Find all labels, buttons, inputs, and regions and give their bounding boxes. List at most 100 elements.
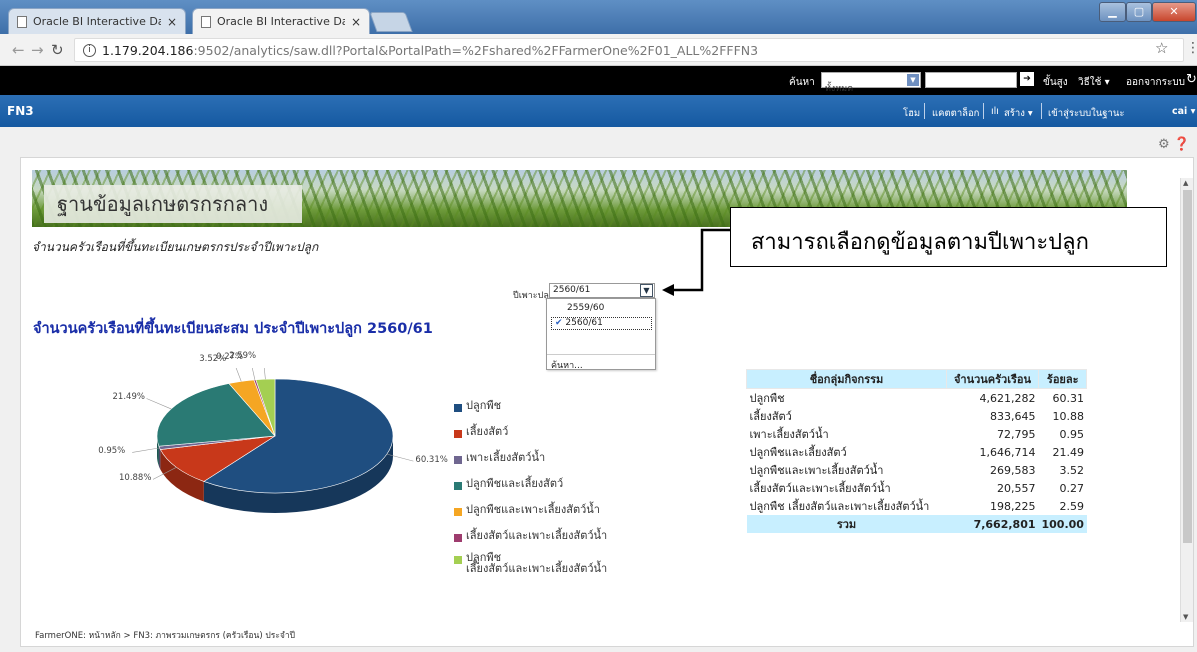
refresh-icon[interactable]: ↻ (1186, 72, 1197, 87)
dropdown-option[interactable]: 2559/60 (567, 303, 604, 313)
info-icon[interactable]: i (83, 43, 96, 57)
signed-in-label: เข้าสู่ระบบในฐานะ (1048, 108, 1125, 119)
menu-kebab-icon[interactable]: ⋮ (1186, 40, 1197, 56)
minimize-button[interactable]: ▁ (1099, 2, 1126, 22)
legend-label: ปลูกพืช เลี้ยงสัตว์และเพาะเลี้ยงสัตว์น้ำ (466, 551, 608, 575)
pie-leader-line (132, 447, 160, 453)
cell-percent: 0.95 (1059, 427, 1084, 441)
search-input[interactable] (925, 72, 1017, 88)
legend-swatch (454, 430, 462, 438)
table-row: ปลูกพืช 4,621,282 60.31 (747, 389, 1087, 408)
pie-chart (120, 357, 460, 548)
back-icon[interactable]: ← (12, 41, 25, 59)
divider (983, 103, 984, 119)
cell-percent: 60.31 (1052, 391, 1084, 405)
legend-swatch (454, 456, 462, 464)
vertical-scrollbar[interactable]: ▲ ▼ (1180, 178, 1193, 622)
legend-label: เลี้ยงสัตว์ (466, 425, 509, 438)
bookmark-star-icon[interactable]: ☆ (1155, 39, 1168, 57)
breadcrumb[interactable]: FarmerONE: หน้าหลัก > FN3: ภาพรวมเกษตรกร… (35, 628, 295, 642)
cell-households: 20,557 (997, 481, 1036, 495)
legend-item: ปลูกพืช เลี้ยงสัตว์และเพาะเลี้ยงสัตว์น้ำ (454, 552, 607, 574)
catalog-link[interactable]: แคตตาล็อก (932, 106, 979, 121)
close-tab-icon[interactable]: × (351, 15, 361, 29)
create-menu[interactable]: สร้าง ▾ (1004, 106, 1033, 121)
column-header: ร้อยละ (1037, 369, 1088, 389)
url-path: :9502/analytics/saw.dll?Portal&PortalPat… (193, 42, 759, 58)
table-total-row: รวม 7,662,801 100.00 (746, 515, 1087, 533)
url-host: 1.179.204.186 (102, 42, 194, 58)
user-menu[interactable]: cai ▾ (1172, 106, 1195, 117)
help-icon[interactable]: ❓ (1174, 137, 1190, 152)
dashboard-bar: FN3 โฮม แคตตาล็อก ılı สร้าง ▾ เข้าสู่ระบ… (0, 95, 1197, 127)
search-more-option[interactable]: ค้นหา... (551, 358, 583, 372)
scroll-up-icon[interactable]: ▲ (1183, 179, 1188, 187)
url-input[interactable]: i 1.179.204.186 :9502/analytics/saw.dll?… (74, 38, 1184, 62)
cell-percent: 0.27 (1059, 481, 1084, 495)
close-tab-icon[interactable]: × (167, 15, 177, 29)
chevron-down-icon: ▼ (907, 74, 919, 86)
table-row: ปลูกพืช เลี้ยงสัตว์และเพาะเลี้ยงสัตว์น้ำ… (747, 497, 1087, 515)
maximize-button[interactable]: ▢ (1126, 2, 1152, 22)
data-table: ชื่อกลุ่มกิจกรรม จำนวนครัวเรือน ร้อยละ ป… (746, 369, 1088, 533)
crop-year-select[interactable]: 2560/61 ▼ (549, 283, 655, 298)
column-header: ชื่อกลุ่มกิจกรรม (746, 369, 947, 389)
search-go-icon[interactable]: ➔ (1020, 72, 1034, 86)
browser-titlebar: Oracle BI Interactive Dash × Oracle BI I… (0, 0, 1197, 34)
page-options-icon[interactable]: ⚙ ❓ (1158, 137, 1190, 152)
new-tab-button[interactable] (369, 12, 413, 32)
pie-data-label: 60.31% (415, 455, 448, 466)
table-row: ปลูกพืชและเลี้ยงสัตว์ 1,646,714 21.49 (747, 443, 1087, 461)
browser-tab-1[interactable]: Oracle BI Interactive Dash × (8, 8, 186, 34)
crop-year-dropdown: 2559/60 ✔ 2560/61 ค้นหา... (546, 298, 656, 372)
annotation-callout: สามารถเลือกดูข้อมูลตามปีเพาะปลูก (730, 207, 1167, 267)
table-row: เพาะเลี้ยงสัตว์น้ำ 72,795 0.95 (747, 425, 1087, 443)
legend-item: เพาะเลี้ยงสัตว์น้ำ (454, 452, 545, 464)
cell-households: 269,583 (990, 463, 1036, 477)
pie-leader-line (232, 360, 242, 382)
logout-link[interactable]: ออกจากระบบ (1126, 75, 1185, 90)
legend-label: ปลูกพืช (466, 399, 502, 412)
callout-arrow (662, 228, 730, 296)
pie-data-label: 21.49% (112, 392, 145, 403)
option-label: 2560/61 (565, 318, 603, 328)
cell-households: 1,646,714 (979, 445, 1036, 459)
cell-activity: ปลูกพืชและเพาะเลี้ยงสัตว์น้ำ (749, 464, 884, 477)
table-row: ปลูกพืชและเพาะเลี้ยงสัตว์น้ำ 269,583 3.52 (747, 461, 1087, 479)
search-label: ค้นหา (789, 77, 815, 88)
cell-activity: ปลูกพืช (749, 392, 785, 405)
cell-percent: 2.59 (1059, 499, 1084, 513)
crop-year-value: 2560/61 (553, 285, 591, 295)
document-icon (17, 15, 27, 28)
dropdown-option-selected[interactable]: ✔ 2560/61 (551, 317, 652, 330)
address-bar: ← → ↻ i 1.179.204.186 :9502/analytics/sa… (0, 34, 1197, 66)
help-menu[interactable]: วิธีใช้ ▾ (1078, 75, 1110, 90)
legend-label: ปลูกพืชและเลี้ยงสัตว์ (466, 477, 564, 490)
cell-activity: เพาะเลี้ยงสัตว์น้ำ (749, 428, 829, 441)
banner-title: ฐานข้อมูลเกษตรกรกลาง (57, 192, 269, 216)
scrollbar-thumb[interactable] (1183, 190, 1192, 543)
scroll-down-icon[interactable]: ▼ (1183, 613, 1188, 621)
legend-item: เลี้ยงสัตว์ (454, 426, 508, 438)
chevron-down-icon[interactable]: ▼ (640, 284, 653, 297)
forward-icon[interactable]: → (31, 41, 44, 59)
legend-item: ปลูกพืชและเลี้ยงสัตว์ (454, 478, 563, 490)
legend-item: เลี้ยงสัตว์และเพาะเลี้ยงสัตว์น้ำ (454, 530, 607, 542)
document-icon (201, 15, 211, 28)
legend-swatch (454, 482, 462, 490)
cell-households: 4,621,282 (979, 391, 1036, 405)
home-link[interactable]: โฮม (903, 106, 920, 121)
total-label: รวม (746, 515, 947, 533)
close-window-button[interactable]: ✕ (1152, 2, 1196, 22)
cell-activity: ปลูกพืช เลี้ยงสัตว์และเพาะเลี้ยงสัตว์น้ำ (749, 500, 930, 513)
checkmark-icon: ✔ (555, 318, 563, 328)
advanced-search-link[interactable]: ขั้นสูง (1043, 75, 1068, 90)
cell-activity: เลี้ยงสัตว์ (749, 410, 792, 423)
search-scope-select[interactable]: ทั้งหมด ▼ (821, 72, 921, 94)
pie-data-label: 10.88% (119, 473, 152, 484)
cell-households: 198,225 (990, 499, 1036, 513)
browser-tab-2[interactable]: Oracle BI Interactive Dasl × (192, 8, 370, 34)
legend-swatch (454, 508, 462, 516)
reload-icon[interactable]: ↻ (51, 41, 64, 59)
table-row: เลี้ยงสัตว์และเพาะเลี้ยงสัตว์น้ำ 20,557 0.… (747, 479, 1087, 497)
